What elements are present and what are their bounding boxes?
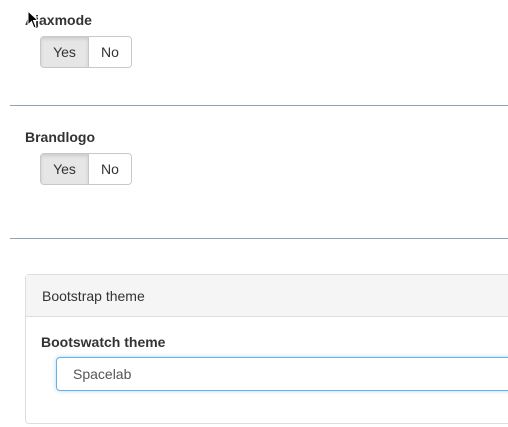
ajaxmode-toggle-group: Yes No <box>40 36 132 68</box>
mouse-pointer-icon <box>27 10 39 29</box>
brandlogo-no-button[interactable]: No <box>89 154 131 184</box>
ajaxmode-no-button[interactable]: No <box>89 37 131 67</box>
panel-heading: Bootstrap theme <box>26 275 508 317</box>
brandlogo-yes-button[interactable]: Yes <box>41 154 89 184</box>
bootswatch-theme-select[interactable]: Spacelab <box>56 357 508 391</box>
section-divider <box>10 238 508 239</box>
section-divider <box>10 105 508 106</box>
bootswatch-theme-label: Bootswatch theme <box>41 334 166 350</box>
brandlogo-toggle-group: Yes No <box>40 153 132 185</box>
brandlogo-label: Brandlogo <box>25 129 95 145</box>
ajaxmode-yes-button[interactable]: Yes <box>41 37 89 67</box>
